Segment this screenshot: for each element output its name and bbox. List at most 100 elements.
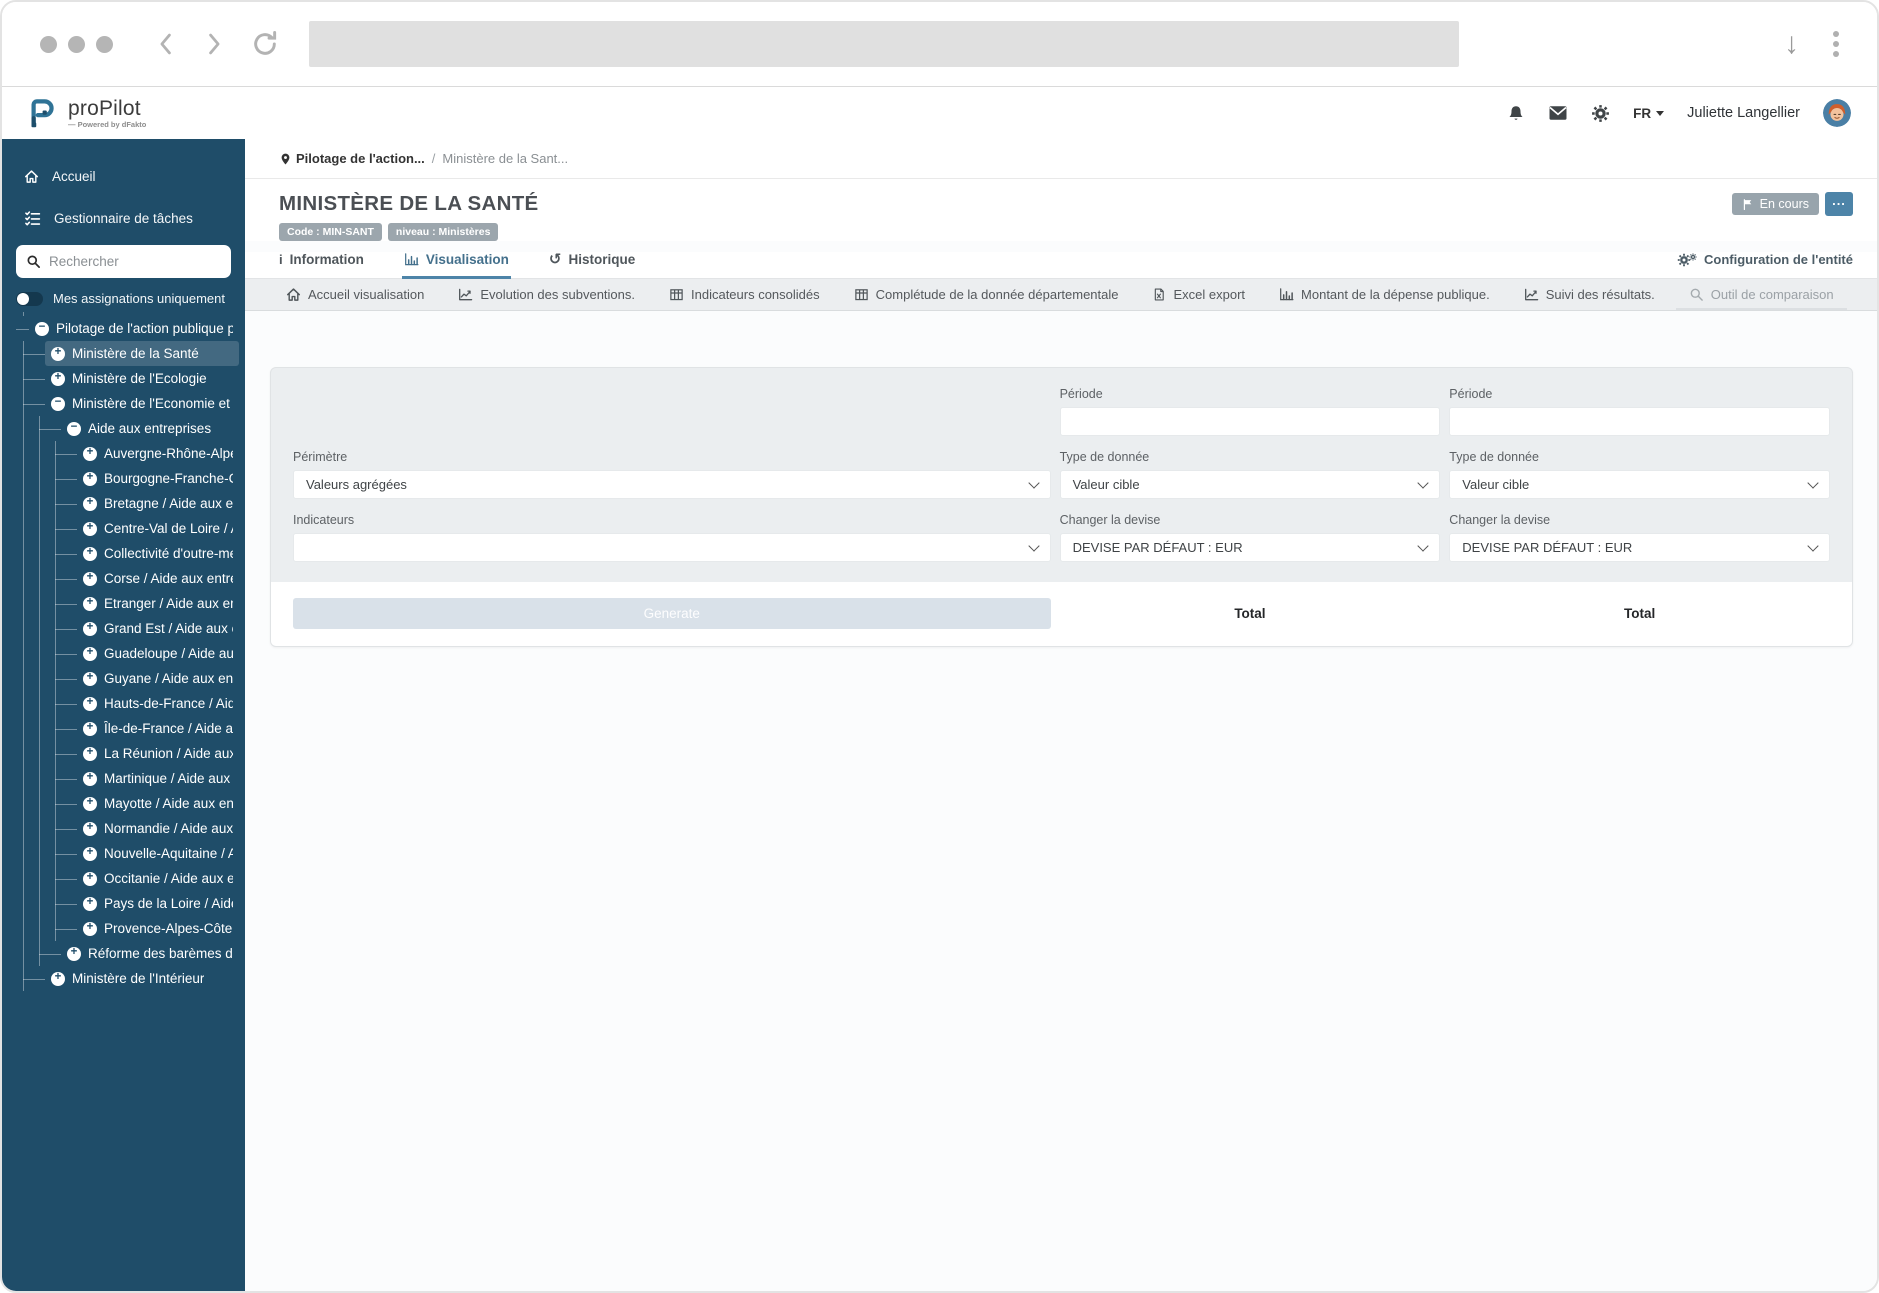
tree-item[interactable]: + Mayotte / Aide aux ent... (2, 791, 245, 816)
expand-icon[interactable]: + (83, 596, 97, 611)
expand-icon[interactable]: + (83, 496, 97, 511)
collapse-icon[interactable]: − (51, 396, 65, 411)
sidebar-nav-item[interactable]: Gestionnaire de tâches (2, 197, 245, 239)
expand-icon[interactable]: + (83, 921, 97, 936)
expand-icon[interactable]: + (83, 646, 97, 661)
avatar[interactable] (1823, 99, 1851, 127)
notifications-bell-icon[interactable] (1507, 104, 1525, 123)
tree-item[interactable]: − Pilotage de l'action publique pa... (2, 316, 245, 341)
browser-back-button[interactable] (155, 31, 177, 57)
window-control-dot[interactable] (40, 35, 57, 53)
tree-item[interactable]: + Ministère de l'Ecologie (2, 366, 245, 391)
tree-item[interactable]: + Occitanie / Aide aux en... (2, 866, 245, 891)
expand-icon[interactable]: + (83, 546, 97, 561)
type-donnee-select-1[interactable]: Valeur cible (1059, 470, 1441, 499)
window-control-dot[interactable] (68, 35, 85, 53)
tree-item[interactable]: + Normandie / Aide aux ... (2, 816, 245, 841)
subtab[interactable]: Suivi des résultats. (1507, 279, 1672, 310)
tree-item[interactable]: + Bretagne / Aide aux en... (2, 491, 245, 516)
expand-icon[interactable]: + (51, 971, 65, 986)
tree-item[interactable]: + Martinique / Aide aux e... (2, 766, 245, 791)
tree-connector (55, 641, 77, 666)
expand-icon[interactable]: + (67, 946, 81, 961)
expand-icon[interactable]: + (83, 871, 97, 886)
periode-input-1[interactable] (1059, 407, 1441, 436)
window-controls[interactable] (40, 35, 113, 53)
subtab[interactable]: Accueil visualisation (269, 279, 441, 310)
address-bar[interactable] (309, 21, 1459, 67)
subtab[interactable]: Evolution des subventions. (441, 279, 652, 310)
tree-item[interactable]: + Pays de la Loire / Aide ... (2, 891, 245, 916)
tree-item[interactable]: + Île-de-France / Aide au... (2, 716, 245, 741)
expand-icon[interactable]: + (83, 771, 97, 786)
tree-item[interactable]: + Etranger / Aide aux ent... (2, 591, 245, 616)
tree-item[interactable]: − Aide aux entreprises (2, 416, 245, 441)
window-control-dot[interactable] (96, 35, 113, 53)
tree-item[interactable]: + Grand Est / Aide aux en... (2, 616, 245, 641)
expand-icon[interactable]: + (83, 521, 97, 536)
subtab[interactable]: Excel export (1135, 279, 1262, 310)
entity-config-link[interactable]: Configuration de l'entité (1677, 252, 1853, 278)
tree-item[interactable]: + Nouvelle-Aquitaine / Ai... (2, 841, 245, 866)
expand-icon[interactable]: + (83, 846, 97, 861)
collapse-icon[interactable]: − (35, 321, 49, 336)
expand-icon[interactable]: + (83, 796, 97, 811)
tree-item[interactable]: + Ministère de l'Intérieur (2, 966, 245, 991)
tree-item[interactable]: + Bourgogne-Franche-C... (2, 466, 245, 491)
perimetre-select[interactable]: Valeurs agrégées (293, 470, 1051, 499)
expand-icon[interactable]: + (83, 696, 97, 711)
subtab[interactable]: Complétude de la donnée départementale (837, 279, 1136, 310)
messages-envelope-icon[interactable] (1548, 104, 1568, 122)
type-donnee-select-2[interactable]: Valeur cible (1449, 470, 1830, 499)
browser-refresh-button[interactable] (251, 30, 279, 58)
expand-icon[interactable]: + (83, 446, 97, 461)
subtab[interactable]: Indicateurs consolidés (652, 279, 837, 310)
indicateurs-select[interactable] (293, 533, 1051, 562)
devise-select-2[interactable]: DEVISE PAR DÉFAUT : EUR (1449, 533, 1830, 562)
tree-item[interactable]: + Guyane / Aide aux entr... (2, 666, 245, 691)
expand-icon[interactable]: + (83, 896, 97, 911)
tree-item[interactable]: + Ministère de la Santé (2, 341, 245, 366)
expand-icon[interactable]: + (83, 471, 97, 486)
language-selector[interactable]: FR (1633, 106, 1665, 121)
generate-button[interactable]: Generate (293, 598, 1051, 629)
expand-icon[interactable]: + (51, 371, 65, 386)
expand-icon[interactable]: + (83, 821, 97, 836)
browser-forward-button[interactable] (203, 31, 225, 57)
tree-item[interactable]: − Ministère de l'Economie et d... (2, 391, 245, 416)
collapse-icon[interactable]: − (67, 421, 81, 436)
sidebar-nav-item[interactable]: Accueil (2, 155, 245, 197)
expand-icon[interactable]: + (51, 346, 65, 361)
tree-item[interactable]: + Provence-Alpes-Côte d... (2, 916, 245, 941)
subtab[interactable]: Montant de la dépense publique. (1262, 279, 1507, 310)
expand-icon[interactable]: + (83, 571, 97, 586)
periode-input-2[interactable] (1449, 407, 1830, 436)
expand-icon[interactable]: + (83, 721, 97, 736)
expand-icon[interactable]: + (83, 621, 97, 636)
tree-item[interactable]: + Guadeloupe / Aide aux... (2, 641, 245, 666)
expand-icon[interactable]: + (83, 746, 97, 761)
tree-item[interactable]: + Corse / Aide aux entre... (2, 566, 245, 591)
tab-historique[interactable]: ↺ Historique (549, 252, 635, 278)
tab-information[interactable]: i Information (279, 252, 364, 278)
download-icon[interactable]: ↓ (1784, 29, 1799, 59)
tree-item[interactable]: + Collectivité d'outre-me... (2, 541, 245, 566)
tree-item[interactable]: + Réforme des barèmes d'i... (2, 941, 245, 966)
browser-menu-icon[interactable] (1833, 31, 1839, 57)
breadcrumb-root[interactable]: Pilotage de l'action... (279, 151, 425, 166)
expand-icon[interactable]: + (83, 671, 97, 686)
assignments-toggle[interactable]: Mes assignations uniquement (16, 291, 231, 306)
tab-visualisation[interactable]: Visualisation (401, 252, 511, 279)
more-actions-button[interactable]: ... (1825, 192, 1853, 216)
devise-select-1[interactable]: DEVISE PAR DÉFAUT : EUR (1059, 533, 1441, 562)
settings-gear-icon[interactable] (1591, 104, 1610, 123)
user-name[interactable]: Juliette Langellier (1687, 105, 1800, 121)
tree-item-label: Grand Est / Aide aux en... (104, 621, 233, 636)
tree-item[interactable]: + Centre-Val de Loire / Ai... (2, 516, 245, 541)
search-input[interactable] (16, 245, 231, 278)
toggle-switch[interactable] (16, 291, 43, 306)
status-button[interactable]: En cours (1731, 193, 1819, 215)
tree-item[interactable]: + Auvergne-Rhône-Alpes... (2, 441, 245, 466)
tree-item[interactable]: + Hauts-de-France / Aide... (2, 691, 245, 716)
tree-item[interactable]: + La Réunion / Aide aux ... (2, 741, 245, 766)
